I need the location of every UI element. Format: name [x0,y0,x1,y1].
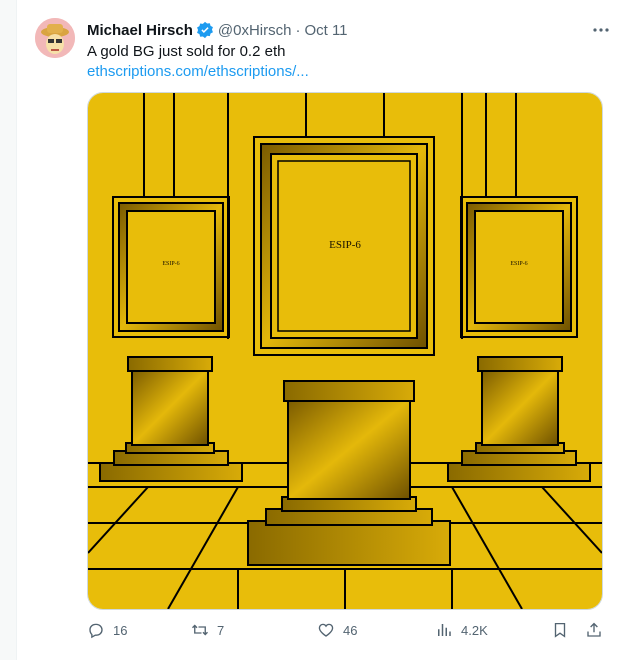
share-button[interactable] [585,618,611,642]
repost-icon [192,624,208,636]
tweet-media[interactable]: ESIP-6 ESIP-6 ESIP-6 [87,92,603,610]
avatar[interactable] [35,18,75,58]
separator-dot: · [295,21,301,39]
avatar-image [35,18,75,58]
center-frame-label: ESIP-6 [329,239,361,251]
right-frame [460,196,578,338]
reply-icon [89,623,103,639]
tweet-header: Michael Hirsch @0xHirsch · Oct 11 [87,19,348,41]
right-frame-label: ESIP-6 [510,261,528,267]
views-icon [438,624,451,636]
bookmark-button[interactable] [551,618,577,642]
gallery-artwork [88,93,602,609]
like-count: 46 [343,622,358,638]
more-icon[interactable] [591,22,611,38]
author-handle[interactable]: @0xHirsch [218,22,292,39]
author-name[interactable]: Michael Hirsch [87,22,193,39]
left-frame-label: ESIP-6 [162,261,180,267]
share-icon [587,622,601,637]
left-frame [112,196,230,338]
views-count: 4.2K [461,622,488,638]
tweet-date[interactable]: Oct 11 [304,22,347,39]
like-button[interactable]: 46 [317,618,357,642]
repost-count: 7 [217,622,225,638]
repost-button[interactable]: 7 [191,618,224,642]
reply-count: 16 [113,622,128,638]
reply-button[interactable]: 16 [87,618,127,642]
tweet-text: A gold BG just sold for 0.2 eth [87,43,286,60]
tweet-link[interactable]: ethscriptions.com/ethscriptions/... [87,62,309,82]
verified-badge-icon [196,21,214,39]
tweet-card[interactable]: Michael Hirsch @0xHirsch · Oct 11 A gold… [16,0,626,660]
tweet-actions: 16 7 46 4.2K [87,618,607,642]
like-icon [318,623,334,637]
views-button[interactable]: 4.2K [435,618,488,642]
bookmark-icon [554,622,566,638]
